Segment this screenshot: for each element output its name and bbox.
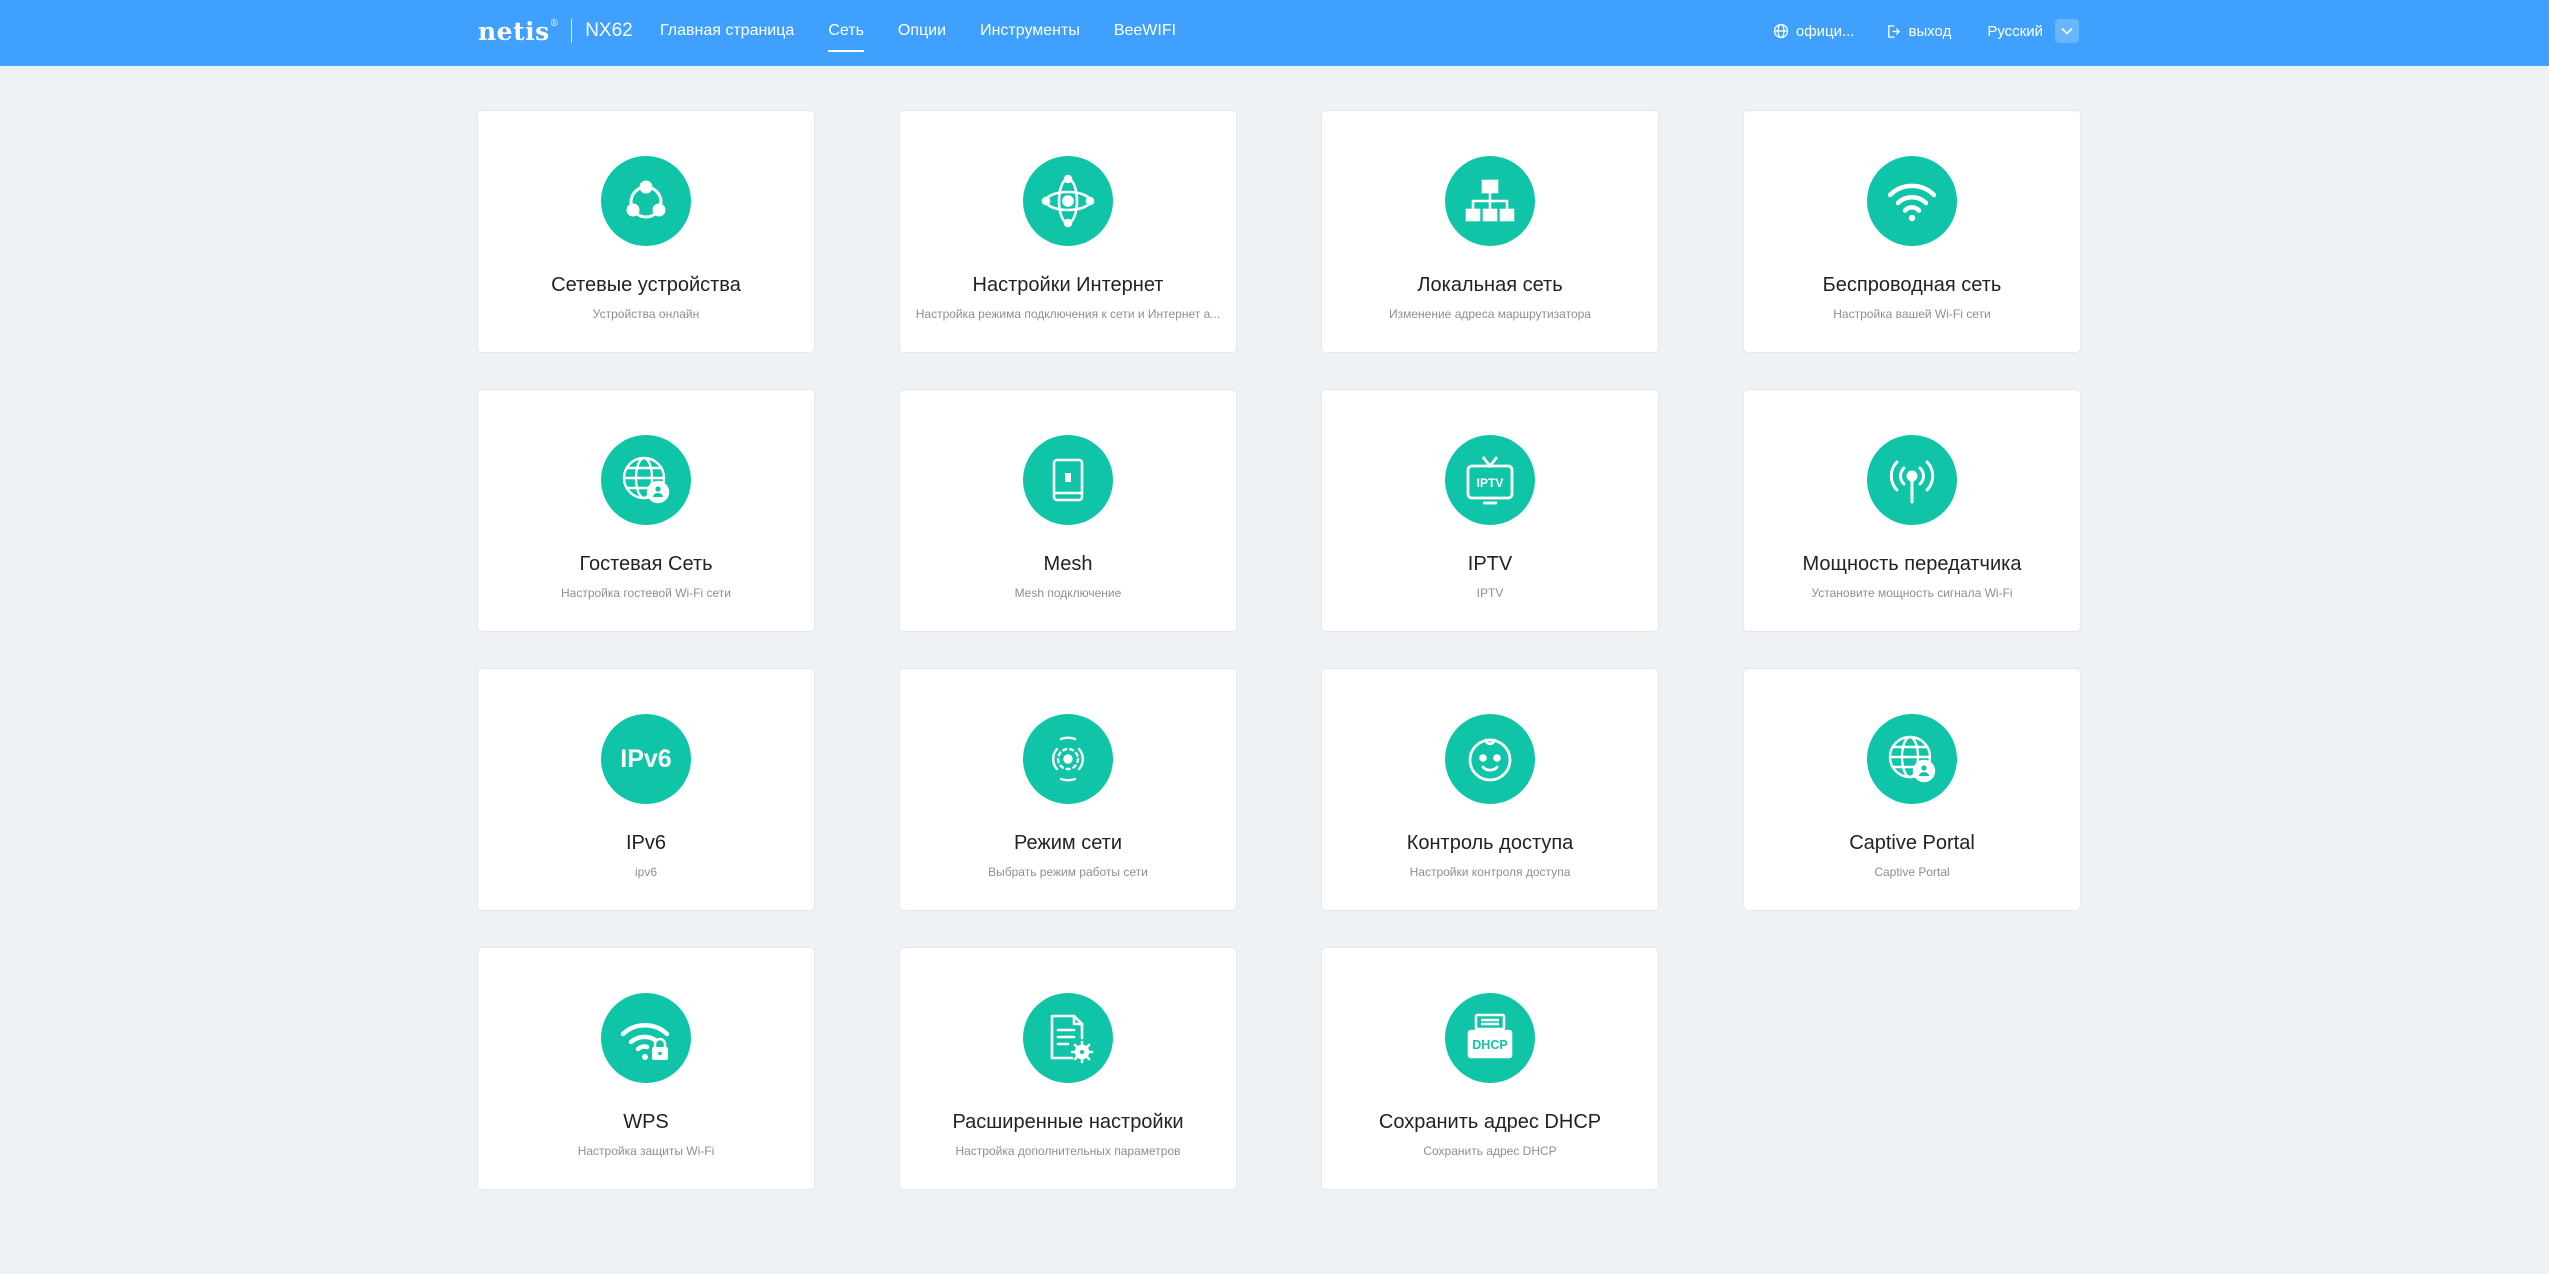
captive-portal-icon xyxy=(1888,735,1936,783)
wps-lock-wifi-icon xyxy=(620,1023,670,1060)
globe-icon xyxy=(1773,23,1789,39)
card-network-mode[interactable]: Режим сети Выбрать режим работы сети xyxy=(899,668,1237,911)
card-title: WPS xyxy=(623,1111,669,1133)
card-title: Сохранить адрес DHCP xyxy=(1378,1111,1602,1133)
child-face-icon xyxy=(1468,738,1512,782)
card-subtitle: Настройки контроля доступа xyxy=(1409,865,1571,879)
ipv6-icon-text: IPv6 xyxy=(620,745,671,773)
card-title: Расширенные настройки xyxy=(952,1111,1184,1133)
card-dhcp-reservation[interactable]: DHCP Сохранить адрес DHCP Сохранить адре… xyxy=(1321,947,1659,1190)
card-title: Мощность передатчика xyxy=(1802,553,2022,575)
card-title: Сетевые устройства xyxy=(551,274,741,296)
transmit-power-icon xyxy=(1889,460,1935,504)
mesh-icon xyxy=(1052,458,1084,502)
iptv-icon: IPTV xyxy=(1466,456,1514,505)
dhcp-icon-text: DHCP xyxy=(1472,1038,1507,1052)
nav-beewifi[interactable]: BeeWIFI xyxy=(1114,22,1176,40)
card-subtitle: Настройка вашей Wi-Fi сети xyxy=(1833,307,1991,321)
card-subtitle: Настройка гостевой Wi-Fi сети xyxy=(561,586,731,600)
card-title: Режим сети xyxy=(1013,832,1122,854)
card-advanced-settings[interactable]: Расширенные настройки Настройка дополнит… xyxy=(899,947,1237,1190)
card-subtitle: IPTV xyxy=(1476,586,1504,600)
card-subtitle: Настройка режима подключения к сети и Ин… xyxy=(915,307,1221,321)
card-subtitle: Установите мощность сигнала Wi-Fi xyxy=(1811,586,2013,600)
network-devices-icon xyxy=(626,180,666,219)
card-title: IPv6 xyxy=(625,832,667,854)
card-subtitle: Настройка защиты Wi-Fi xyxy=(577,1144,715,1158)
card-title: Беспроводная сеть xyxy=(1822,274,2002,296)
card-iptv[interactable]: IPTV IPTV IPTV xyxy=(1321,389,1659,632)
logout-button[interactable]: выход xyxy=(1886,23,1951,40)
dhcp-reservation-icon: DHCP xyxy=(1467,1013,1513,1059)
card-title: Контроль доступа xyxy=(1406,832,1574,854)
card-guest-network[interactable]: Гостевая Сеть Настройка гостевой Wi-Fi с… xyxy=(477,389,815,632)
card-captive-portal[interactable]: Captive Portal Captive Portal xyxy=(1743,668,2081,911)
language-dropdown[interactable] xyxy=(2055,19,2079,43)
model-name: NX62 xyxy=(585,20,633,41)
card-mesh[interactable]: Mesh Mesh подключение xyxy=(899,389,1237,632)
official-site-link[interactable]: офици... xyxy=(1773,22,1855,40)
card-subtitle: Выбрать режим работы сети xyxy=(988,865,1148,879)
card-transmit-power[interactable]: Мощность передатчика Установите мощность… xyxy=(1743,389,2081,632)
card-subtitle: Сохранить адрес DHCP xyxy=(1423,1144,1557,1158)
nav-home[interactable]: Главная страница xyxy=(660,22,794,40)
card-subtitle: Изменение адреса маршрутизатора xyxy=(1389,307,1591,321)
card-subtitle: Настройка дополнительных параметров xyxy=(955,1144,1181,1158)
brand: netis® NX62 xyxy=(478,0,633,62)
nav-network[interactable]: Сеть xyxy=(828,22,864,52)
internet-settings-icon xyxy=(1041,174,1095,228)
nav-tools[interactable]: Инструменты xyxy=(980,22,1080,40)
card-title: Настройки Интернет xyxy=(972,274,1164,296)
main-nav: Главная страница Сеть Опции Инструменты … xyxy=(660,0,1210,62)
card-wireless[interactable]: Беспроводная сеть Настройка вашей Wi-Fi … xyxy=(1743,110,2081,353)
card-subtitle: Устройства онлайн xyxy=(592,307,700,321)
nav-options[interactable]: Опции xyxy=(898,22,946,40)
card-title: Гостевая Сеть xyxy=(579,553,713,575)
wifi-icon xyxy=(1887,183,1937,222)
card-internet-settings[interactable]: Настройки Интернет Настройка режима подк… xyxy=(899,110,1237,353)
card-title: Локальная сеть xyxy=(1417,274,1563,296)
lan-icon xyxy=(1465,179,1515,222)
card-title: IPTV xyxy=(1467,553,1513,575)
card-title: Captive Portal xyxy=(1849,832,1975,854)
netis-logo[interactable]: netis® xyxy=(478,17,559,46)
language-label[interactable]: Русский xyxy=(1987,23,2043,40)
card-subtitle: Captive Portal xyxy=(1874,865,1950,879)
chevron-down-icon xyxy=(2061,27,2073,35)
logout-icon xyxy=(1888,24,1901,38)
brand-divider xyxy=(571,19,573,43)
document-gear-icon xyxy=(1050,1014,1094,1064)
guest-network-icon xyxy=(622,456,670,504)
official-site-label: офици... xyxy=(1795,22,1855,40)
card-lan[interactable]: Локальная сеть Изменение адреса маршрути… xyxy=(1321,110,1659,353)
card-ipv6[interactable]: IPv6 IPv6 ipv6 xyxy=(477,668,815,911)
iptv-icon-text: IPTV xyxy=(1477,476,1504,490)
card-access-control[interactable]: Контроль доступа Настройки контроля дост… xyxy=(1321,668,1659,911)
card-subtitle: Mesh подключение xyxy=(1014,586,1122,600)
top-navigation-bar: netis® NX62 Главная страница Сеть Опции … xyxy=(0,0,2549,66)
logout-label: выход xyxy=(1908,22,1952,40)
header-actions: офици... выход Русский xyxy=(1741,0,2079,62)
card-wps[interactable]: WPS Настройка защиты Wi-Fi xyxy=(477,947,815,1190)
card-title: Mesh xyxy=(1043,553,1093,575)
card-subtitle: ipv6 xyxy=(634,865,657,879)
ipv6-icon: IPv6 xyxy=(620,745,671,773)
card-network-devices[interactable]: Сетевые устройства Устройства онлайн xyxy=(477,110,815,353)
network-mode-icon xyxy=(1052,736,1084,782)
